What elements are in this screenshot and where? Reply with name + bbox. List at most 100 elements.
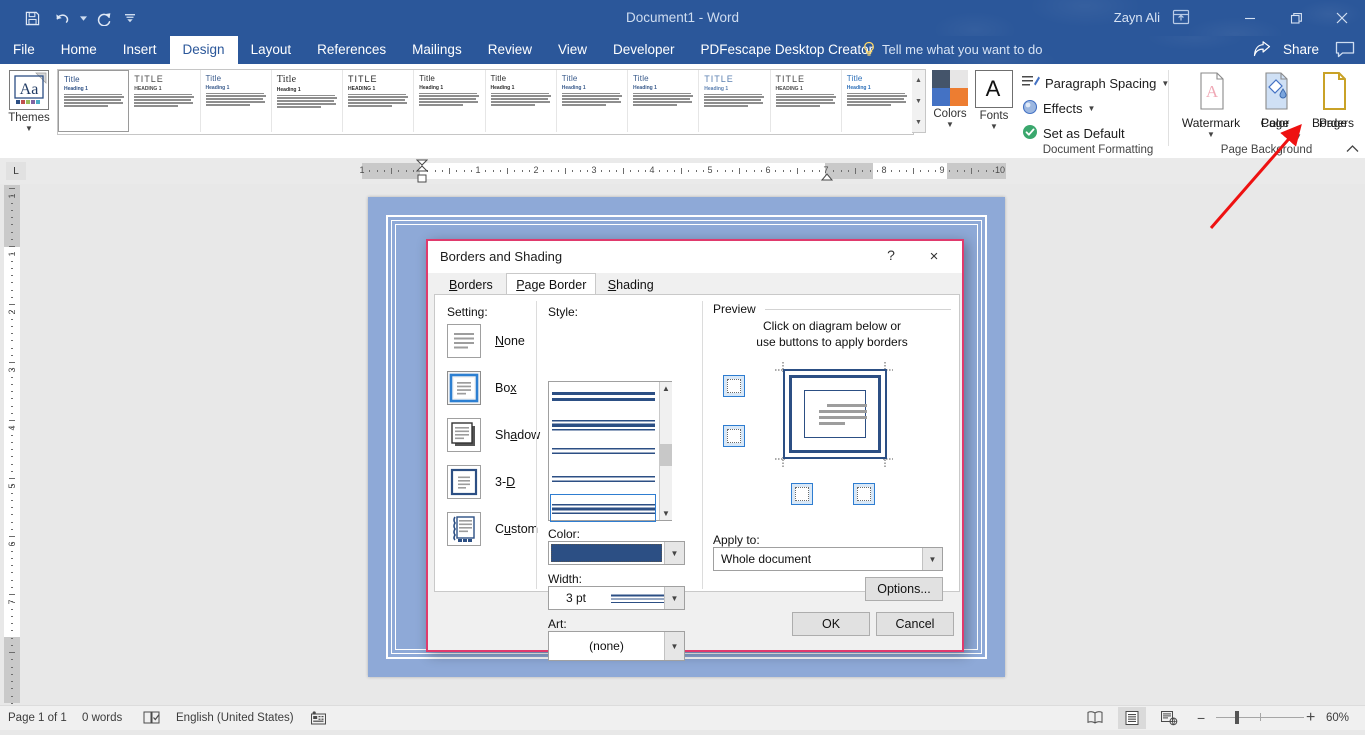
scroll-up-icon[interactable]: ▲: [912, 70, 925, 91]
scroll-up-icon[interactable]: ▲: [660, 382, 672, 395]
ribbon-tab-layout[interactable]: Layout: [238, 36, 305, 64]
style-set-item[interactable]: TITLE HEADING 1: [129, 70, 201, 132]
tab-stop-selector[interactable]: L: [6, 162, 26, 180]
chevron-down-icon[interactable]: ▼: [922, 548, 942, 570]
set-as-default-button[interactable]: Set as Default: [1022, 122, 1125, 144]
chevron-down-icon[interactable]: ▼: [664, 632, 684, 660]
cancel-button[interactable]: Cancel: [876, 612, 954, 636]
dialog-tab-shading[interactable]: Shading: [599, 275, 663, 295]
style-set-gallery[interactable]: Title Heading 1 TITLE HEADING 1 Title Heading…: [57, 69, 914, 135]
scrollbar-thumb[interactable]: [660, 444, 672, 466]
ribbon-tab-developer[interactable]: Developer: [600, 36, 688, 64]
ribbon-tab-home[interactable]: Home: [48, 36, 110, 64]
art-dropdown[interactable]: (none) ▼: [548, 631, 685, 661]
effects-button[interactable]: Effects ▼: [1022, 97, 1095, 119]
dialog-help-button[interactable]: ?: [880, 247, 902, 267]
zoom-slider-thumb[interactable]: [1235, 711, 1239, 724]
setting-option-custom[interactable]: Custom: [447, 512, 538, 546]
zoom-out-button[interactable]: −: [1197, 706, 1205, 730]
setting-option-none[interactable]: None: [447, 324, 525, 358]
share-button[interactable]: Share: [1283, 36, 1319, 64]
proofing-icon[interactable]: [143, 710, 161, 727]
close-icon[interactable]: [1319, 0, 1365, 36]
style-set-item[interactable]: TITLE HEADING 1: [770, 70, 842, 132]
theme-fonts-chevron-down-icon[interactable]: ▼: [990, 123, 998, 131]
dialog-tab-borders[interactable]: Borders: [440, 275, 502, 295]
bottom-border-button[interactable]: [723, 425, 745, 447]
right-border-button[interactable]: [853, 483, 875, 505]
ribbon-tab-mailings[interactable]: Mailings: [399, 36, 475, 64]
ok-button[interactable]: OK: [792, 612, 870, 636]
page-color-chevron-down-icon[interactable]: ▼: [1294, 132, 1302, 141]
ribbon-tab-review[interactable]: Review: [475, 36, 545, 64]
scroll-down-icon[interactable]: ▼: [660, 507, 672, 520]
vertical-ruler[interactable]: 1 1 2 3 4 5 6 7: [4, 185, 20, 704]
effects-chevron-down-icon[interactable]: ▼: [1088, 104, 1096, 113]
width-dropdown[interactable]: 3 pt ▼: [548, 586, 685, 610]
style-item[interactable]: [552, 388, 655, 409]
dialog-close-icon[interactable]: ×: [922, 247, 946, 267]
scroll-down-icon[interactable]: ▼: [912, 91, 925, 112]
top-border-button[interactable]: [723, 375, 745, 397]
style-list[interactable]: ▲ ▼: [548, 381, 672, 522]
ribbon-tab-file[interactable]: File: [0, 36, 48, 64]
setting-option-box[interactable]: Box: [447, 371, 517, 405]
restore-icon[interactable]: [1273, 0, 1319, 36]
horizontal-ruler[interactable]: 1 1 2 3 4 5 6 7 8 9 10: [359, 159, 1006, 183]
color-dropdown[interactable]: ▼: [548, 541, 685, 565]
user-account-name[interactable]: Zayn Ali: [1114, 0, 1160, 36]
gallery-scrollbar[interactable]: ▲ ▼ ▼: [912, 69, 926, 133]
ribbon-tab-insert[interactable]: Insert: [110, 36, 170, 64]
theme-colors-chevron-down-icon[interactable]: ▼: [946, 121, 954, 129]
style-set-item[interactable]: Title Heading 1: [556, 70, 629, 132]
ribbon-tab-references[interactable]: References: [304, 36, 399, 64]
chevron-down-icon[interactable]: ▼: [664, 542, 684, 564]
chevron-down-icon[interactable]: ▼: [664, 587, 684, 609]
style-list-scrollbar[interactable]: ▲ ▼: [659, 382, 672, 520]
word-count[interactable]: 0 words: [82, 706, 122, 730]
page-indicator[interactable]: Page 1 of 1: [8, 706, 67, 730]
options-button[interactable]: Options...: [865, 577, 943, 601]
theme-fonts-button[interactable]: A Fonts ▼: [972, 70, 1016, 131]
ribbon-tab-view[interactable]: View: [545, 36, 600, 64]
theme-colors-button[interactable]: Colors ▼: [928, 70, 972, 129]
borders-and-shading-dialog[interactable]: Borders and Shading ? × Borders Page Bord…: [426, 239, 964, 661]
tell-me-search[interactable]: Tell me what you want to do: [882, 36, 1042, 64]
apply-to-dropdown[interactable]: Whole document ▼: [713, 547, 943, 571]
web-layout-icon[interactable]: [1155, 707, 1183, 729]
style-item[interactable]: [552, 472, 655, 493]
language-indicator[interactable]: English (United States): [176, 706, 294, 730]
macro-record-icon[interactable]: [310, 710, 327, 727]
left-border-button[interactable]: [791, 483, 813, 505]
collapse-ribbon-icon[interactable]: [1346, 144, 1359, 156]
zoom-in-button[interactable]: +: [1306, 706, 1315, 730]
style-set-item[interactable]: Title Heading 1: [628, 70, 700, 132]
more-styles-icon[interactable]: ▼: [912, 112, 925, 133]
style-item[interactable]: [552, 416, 655, 437]
style-set-item[interactable]: Title Heading 1: [271, 70, 344, 132]
style-item[interactable]: [552, 444, 655, 465]
page-borders-button[interactable]: Borders Page: [1304, 70, 1362, 130]
style-set-item[interactable]: Title Heading 1: [58, 70, 130, 132]
style-set-item[interactable]: TITLE HEADING 1: [343, 70, 415, 132]
preview-diagram[interactable]: [783, 369, 887, 459]
style-item[interactable]: [552, 500, 655, 521]
share-icon[interactable]: [1253, 41, 1271, 61]
dialog-tab-page-border[interactable]: Page Border: [506, 273, 597, 295]
ribbon-tab-design[interactable]: Design: [169, 36, 238, 64]
comment-icon[interactable]: [1335, 41, 1355, 61]
ribbon-tab-pdfescape-desktop-creator[interactable]: PDFescape Desktop Creator: [688, 36, 887, 64]
setting-option-3-d[interactable]: 3-D: [447, 465, 515, 499]
page-color-button[interactable]: Color Page ▼: [1246, 70, 1304, 141]
paragraph-spacing-button[interactable]: Paragraph Spacing ▼: [1022, 72, 1169, 94]
style-set-item[interactable]: Title Heading 1: [841, 70, 913, 132]
minimize-icon[interactable]: [1227, 0, 1273, 36]
style-set-item[interactable]: Title Heading 1: [414, 70, 486, 132]
themes-button[interactable]: Aa Themes ▼: [6, 70, 52, 144]
style-set-item[interactable]: Title Heading 1: [200, 70, 272, 132]
setting-option-shadow[interactable]: Shadow: [447, 418, 540, 452]
ribbon-display-options-icon[interactable]: [1171, 8, 1193, 30]
print-layout-icon[interactable]: [1118, 707, 1146, 729]
watermark-chevron-down-icon[interactable]: ▼: [1207, 131, 1215, 139]
style-set-item[interactable]: Title Heading 1: [485, 70, 557, 132]
